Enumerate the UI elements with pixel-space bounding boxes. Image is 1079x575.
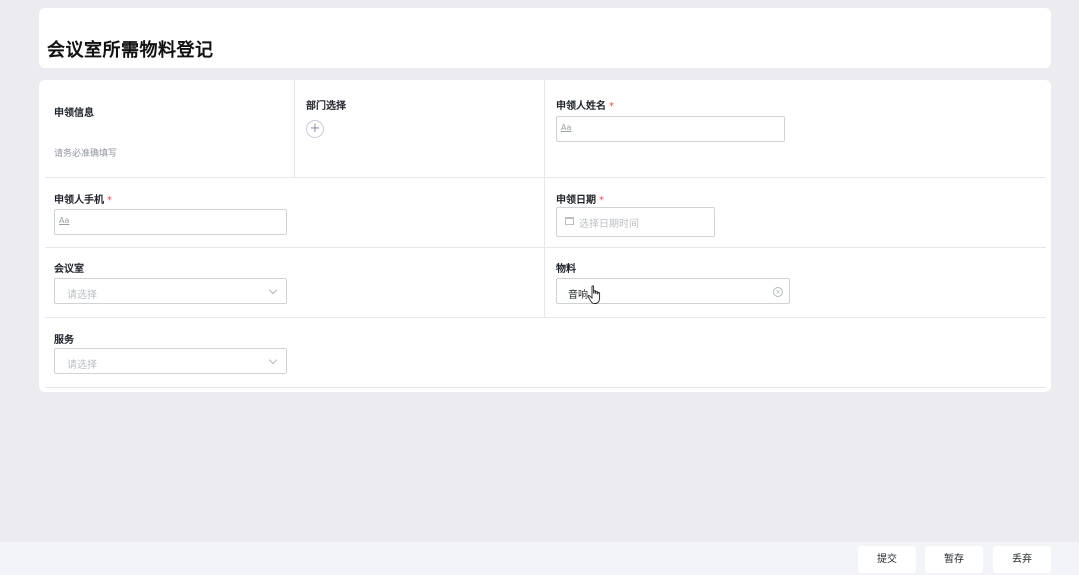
meeting-room-select[interactable]: 请选择 bbox=[54, 278, 287, 304]
divider bbox=[544, 80, 545, 177]
add-department-button[interactable]: + bbox=[306, 120, 324, 138]
materials-value: 音响 bbox=[568, 290, 588, 301]
materials-select[interactable]: 音响 × bbox=[556, 278, 790, 304]
submit-button[interactable]: 提交 bbox=[858, 546, 916, 573]
discard-button[interactable]: 丢弃 bbox=[993, 546, 1051, 573]
department-label: 部门选择 bbox=[306, 101, 346, 112]
footer-bar: 提交 暂存 丢弃 bbox=[0, 542, 1079, 575]
applicant-name-label: 申领人姓名 * bbox=[556, 101, 614, 112]
phone-placeholder: Aa bbox=[59, 216, 70, 225]
form-row-2: 申领人手机 * Aa 申领日期 * 选择日期时间 bbox=[45, 178, 1046, 248]
materials-label: 物料 bbox=[556, 264, 576, 275]
calendar-icon bbox=[565, 217, 574, 225]
divider bbox=[544, 178, 545, 247]
phone-label: 申领人手机 * bbox=[54, 195, 112, 206]
divider bbox=[294, 80, 295, 177]
phone-input[interactable]: Aa bbox=[54, 209, 287, 235]
hand-cursor-icon bbox=[587, 285, 601, 304]
plus-icon: + bbox=[309, 121, 321, 136]
date-placeholder: 选择日期时间 bbox=[579, 219, 639, 230]
date-picker[interactable]: 选择日期时间 bbox=[556, 207, 715, 237]
form-row-4: 服务 请选择 bbox=[45, 318, 1046, 388]
title-card: 会议室所需物料登记 bbox=[39, 8, 1051, 68]
service-placeholder: 请选择 bbox=[67, 360, 97, 371]
applicant-name-placeholder: Aa bbox=[561, 123, 572, 132]
divider bbox=[544, 248, 545, 317]
applicant-name-input[interactable]: Aa bbox=[556, 116, 785, 142]
chevron-down-icon bbox=[268, 355, 278, 365]
form-row-1: 申领信息 请务必准确填写 部门选择 + 申领人姓名 * Aa bbox=[45, 80, 1046, 178]
section-hint: 请务必准确填写 bbox=[54, 149, 118, 159]
meeting-room-label: 会议室 bbox=[54, 264, 84, 275]
form-row-3: 会议室 请选择 物料 音响 × bbox=[45, 248, 1046, 318]
section-title: 申领信息 bbox=[54, 108, 94, 119]
service-select[interactable]: 请选择 bbox=[54, 348, 287, 374]
meeting-room-placeholder: 请选择 bbox=[67, 290, 97, 301]
page-title: 会议室所需物料登记 bbox=[47, 40, 214, 61]
service-label: 服务 bbox=[54, 335, 74, 346]
form-card: 申领信息 请务必准确填写 部门选择 + 申领人姓名 * Aa 申领人手机 * Aa … bbox=[39, 80, 1051, 392]
chevron-down-icon bbox=[268, 285, 278, 295]
save-draft-button[interactable]: 暂存 bbox=[925, 546, 983, 573]
clear-icon[interactable]: × bbox=[773, 287, 783, 297]
date-label: 申领日期 * bbox=[556, 195, 604, 206]
